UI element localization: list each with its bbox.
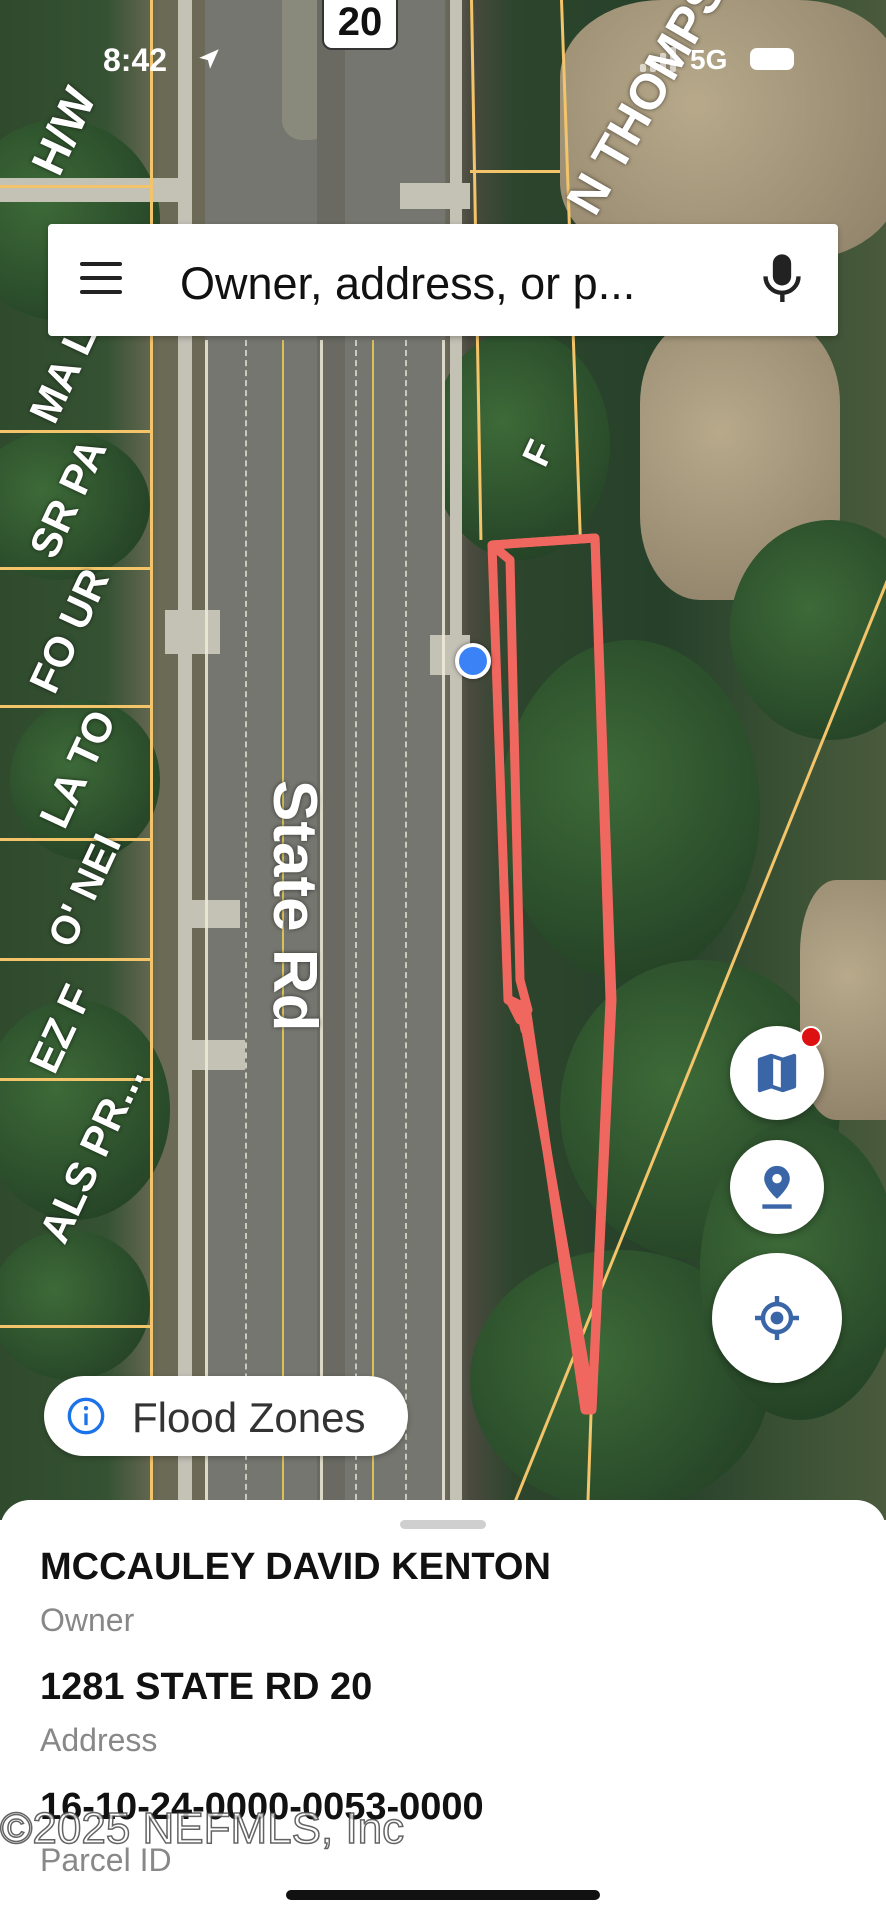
owner-value: MCCAULEY DAVID KENTON bbox=[40, 1546, 551, 1588]
status-bar: 8:42 5G bbox=[0, 0, 886, 120]
current-location-dot bbox=[455, 643, 491, 679]
network-type: 5G bbox=[690, 44, 728, 75]
location-arrow-icon bbox=[199, 49, 219, 69]
copyright-watermark: ©2025 NEFMLS, Inc bbox=[0, 1803, 405, 1854]
mic-icon[interactable] bbox=[760, 252, 804, 308]
drop-pin-button[interactable] bbox=[730, 1140, 824, 1234]
signal-icon bbox=[640, 46, 678, 72]
pin-icon bbox=[762, 1165, 792, 1209]
road-label: State Rd bbox=[260, 780, 329, 1032]
status-time: 8:42 bbox=[103, 42, 168, 78]
parcel-detail-sheet[interactable]: MCCAULEY DAVID KENTON Owner 1281 STATE R… bbox=[0, 1500, 886, 1920]
map-layers-icon bbox=[757, 1053, 797, 1093]
my-location-icon bbox=[755, 1296, 799, 1340]
map-layers-button[interactable] bbox=[730, 1026, 824, 1120]
my-location-button[interactable] bbox=[712, 1253, 842, 1383]
search-bar[interactable]: Owner, address, or p... bbox=[48, 224, 838, 336]
menu-icon[interactable] bbox=[80, 262, 122, 296]
flood-zones-label: Flood Zones bbox=[132, 1394, 366, 1441]
owner-label: Owner bbox=[40, 1602, 135, 1638]
notification-badge bbox=[800, 1026, 822, 1048]
flood-zones-chip[interactable]: Flood Zones bbox=[44, 1376, 408, 1456]
battery-icon bbox=[750, 48, 794, 70]
address-value: 1281 STATE RD 20 bbox=[40, 1666, 373, 1708]
home-indicator[interactable] bbox=[286, 1890, 600, 1900]
search-input[interactable]: Owner, address, or p... bbox=[180, 258, 750, 310]
info-icon bbox=[67, 1397, 105, 1435]
address-label: Address bbox=[40, 1722, 158, 1758]
sheet-grabber[interactable] bbox=[400, 1520, 486, 1529]
